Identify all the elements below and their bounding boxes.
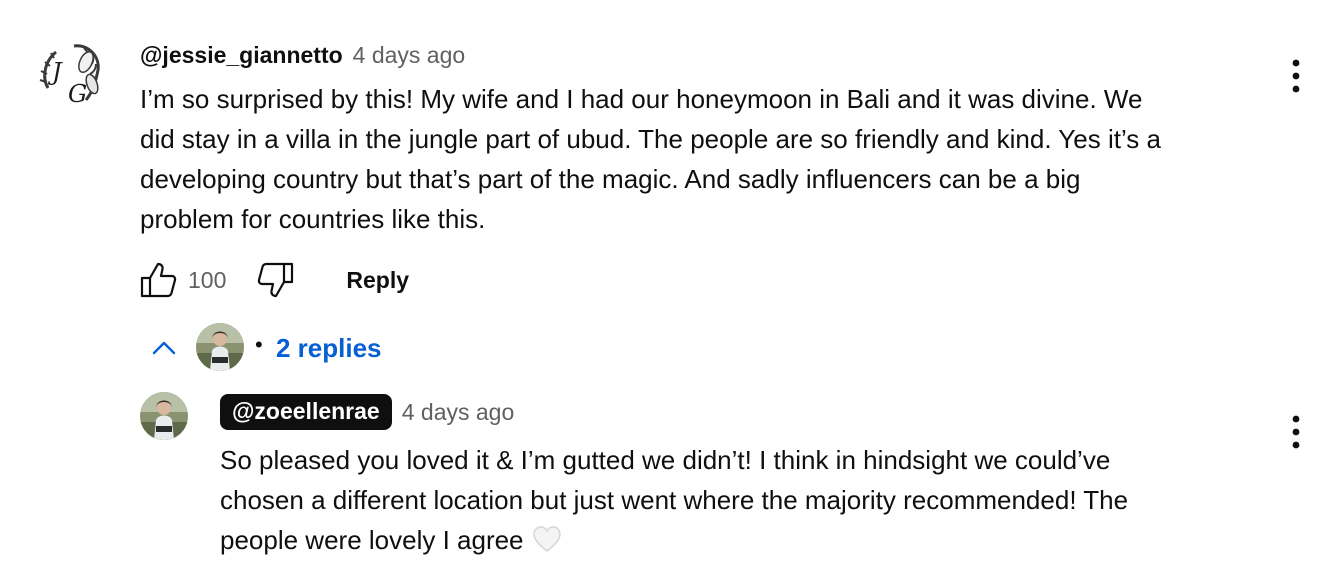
commenter-avatar[interactable]: J G bbox=[34, 40, 106, 112]
comment-text: I’m so surprised by this! My wife and I … bbox=[140, 84, 1161, 234]
replies-separator: • bbox=[255, 332, 263, 357]
reply-button[interactable]: Reply bbox=[346, 267, 409, 294]
jg-monogram-icon: J G bbox=[35, 41, 105, 111]
replies-toggle[interactable]: • 2 replies bbox=[140, 323, 400, 371]
more-vert-icon bbox=[1292, 59, 1300, 93]
comment-header: @jessie_giannetto 4 days ago bbox=[140, 38, 465, 72]
comment-thread: J G @jessie_giannetto 4 days ago I’m so … bbox=[0, 0, 1336, 566]
reply-timestamp[interactable]: 4 days ago bbox=[402, 399, 515, 426]
like-count: 100 bbox=[188, 266, 227, 293]
reply-text-content: So pleased you loved it & I’m gutted we … bbox=[220, 445, 1129, 555]
svg-text:G: G bbox=[68, 80, 87, 108]
replies-toggle-avatar bbox=[196, 323, 244, 371]
reply-more-actions-icon[interactable] bbox=[1282, 410, 1310, 454]
more-vert-icon bbox=[1292, 415, 1300, 449]
chevron-up-icon bbox=[152, 341, 176, 355]
comment-author[interactable]: @jessie_giannetto bbox=[140, 42, 343, 69]
reply-avatar[interactable] bbox=[140, 392, 188, 440]
thumbs-down-icon bbox=[258, 262, 294, 298]
reply-text: So pleased you loved it & I’m gutted we … bbox=[220, 440, 1240, 560]
dislike-button[interactable] bbox=[254, 258, 298, 302]
thumbs-up-icon bbox=[140, 262, 177, 298]
comment-action-bar: 100 Reply bbox=[136, 258, 409, 302]
reply-header: @zoeellenrae 4 days ago bbox=[220, 392, 514, 432]
comment-timestamp[interactable]: 4 days ago bbox=[353, 42, 466, 69]
reply-author-creator-badge[interactable]: @zoeellenrae bbox=[220, 394, 392, 430]
like-button[interactable] bbox=[136, 258, 180, 302]
reply-author-avatar-icon bbox=[196, 323, 244, 371]
replies-count[interactable]: 2 replies bbox=[276, 333, 382, 364]
white-heart-icon bbox=[532, 526, 561, 552]
reply-author-avatar-icon bbox=[140, 392, 188, 440]
comment-more-actions-icon[interactable] bbox=[1282, 54, 1310, 98]
